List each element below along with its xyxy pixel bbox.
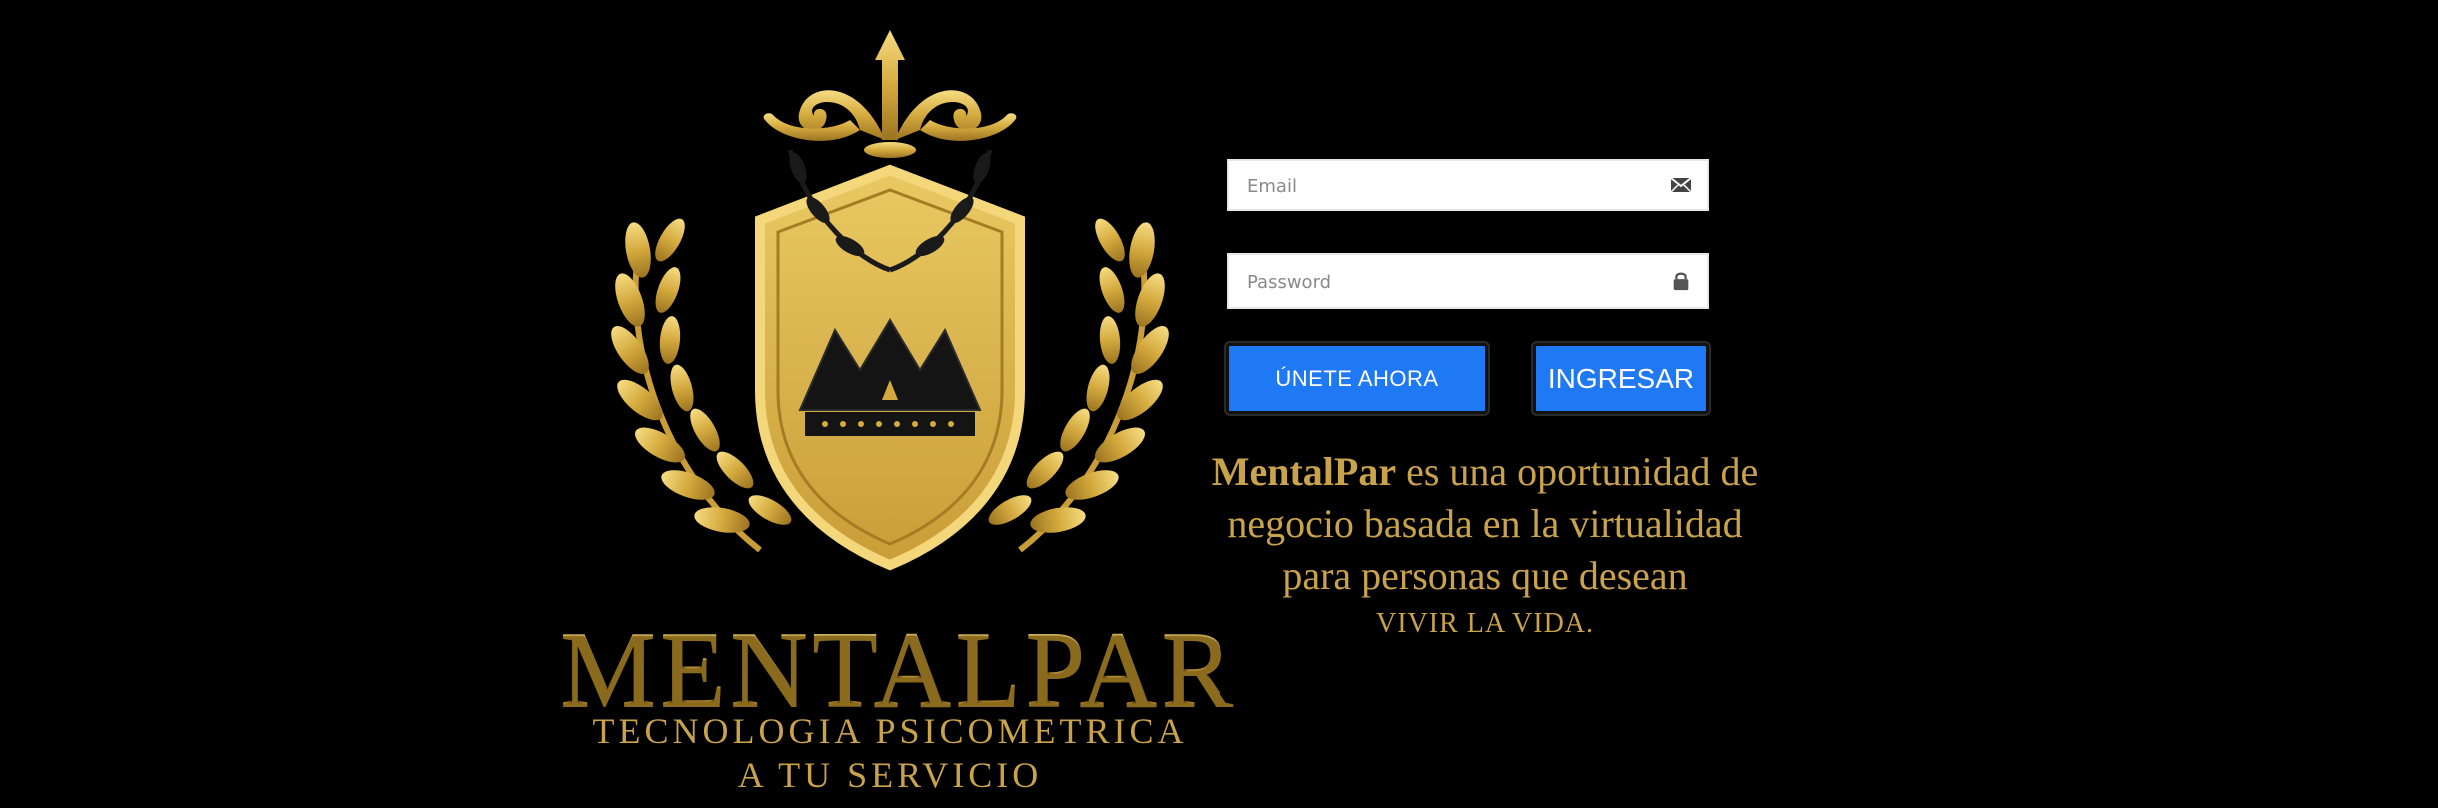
brand-tagline-line2: A TU SERVICIO	[737, 755, 1043, 795]
brand-tagline-line1: TECNOLOGIA PSICOMETRICA	[592, 711, 1188, 751]
email-input[interactable]	[1245, 161, 1649, 211]
top-ornament	[763, 30, 1017, 158]
email-field[interactable]	[1227, 159, 1709, 211]
password-field[interactable]	[1227, 253, 1709, 309]
lock-icon	[1673, 272, 1689, 291]
description-closing: VIVIR LA VIDA.	[1375, 608, 1595, 639]
crest-emblem-icon	[611, 30, 1169, 571]
mentalpar-logo: MENTALPAR TECNOLOGIA PSICOMETRICA A TU S…	[560, 20, 1233, 800]
join-now-button[interactable]: ÚNETE AHORA	[1226, 343, 1488, 414]
login-button[interactable]: INGRESAR	[1533, 343, 1709, 414]
password-input[interactable]	[1245, 255, 1649, 309]
envelope-icon	[1670, 177, 1692, 193]
description-brand: MentalPar	[1211, 449, 1397, 494]
description-text: MentalPar es una oportunidad de negocio …	[1205, 446, 1765, 646]
